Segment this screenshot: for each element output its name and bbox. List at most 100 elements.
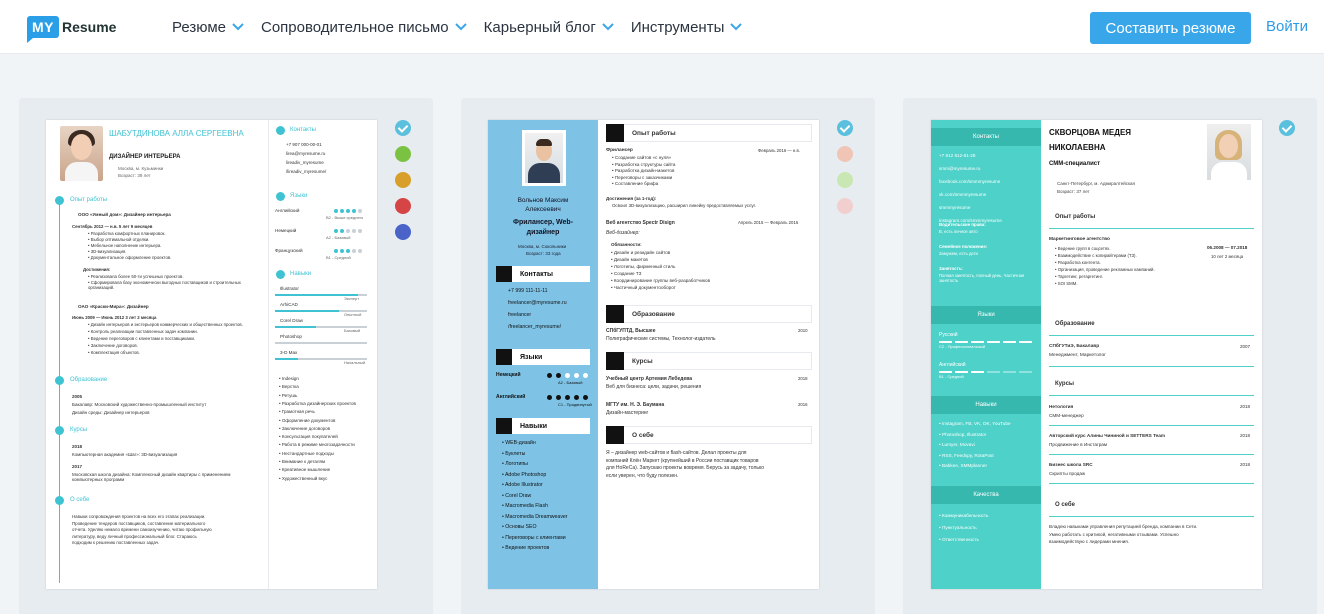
skill-name: 3-D Max — [280, 350, 298, 355]
color-swatch[interactable] — [395, 146, 411, 162]
course-name: Учебный центр Артемия Лебедева — [606, 376, 693, 382]
level-dot — [352, 209, 356, 213]
resume-city: Москва, м. Кузьминки — [118, 166, 164, 171]
tools-icon — [276, 270, 285, 279]
language-level: C1 - Продвинутый — [558, 402, 592, 407]
level-dot — [574, 373, 579, 378]
list-item: • Создание ТЗ — [611, 271, 642, 276]
section-header-experience: Опыт работы — [606, 124, 812, 142]
color-swatch[interactable] — [837, 146, 853, 162]
list-item: • Пунктуальность — [939, 525, 977, 530]
color-swatch[interactable] — [395, 120, 411, 136]
lightbulb-icon — [496, 418, 512, 434]
color-swatch[interactable] — [395, 224, 411, 240]
list-item: • Photoshop, Illustrator — [939, 431, 987, 437]
section-contacts: Контакты — [290, 127, 316, 133]
list-item: • Разработка дизайн-макетов — [612, 168, 675, 174]
info-value: B, есть личное авто — [939, 229, 978, 234]
section-header-languages: Языки — [931, 306, 1041, 324]
template-card-1[interactable]: ШАБУТДИНОВА АЛЛА СЕРГЕЕВНА ДИЗАЙНЕР ИНТЕ… — [19, 98, 433, 614]
skill-bar-fill — [275, 310, 339, 312]
nav-item-career-blog[interactable]: Карьерный блог — [484, 19, 614, 36]
nav-label: Сопроводительное письмо — [260, 18, 449, 36]
list-item: lireadiv_myresume — [286, 160, 324, 165]
list-item: • Художественный вкус — [279, 475, 328, 481]
list-item: • Разработка структуры сайта — [612, 161, 676, 167]
list-item: smmmyresume — [939, 205, 971, 210]
nav-item-cover-letter[interactable]: Сопроводительное письмо — [261, 19, 467, 36]
color-swatch[interactable] — [837, 198, 853, 214]
skill-bar-track — [275, 342, 367, 344]
level-dot — [574, 395, 579, 400]
header-label: О себе — [632, 431, 654, 439]
resume-preview-2[interactable]: Вольнов Максим Алексеевич Фрилансер, Web… — [488, 120, 819, 589]
edu-line: Бакалавр: Московский художественно-промы… — [72, 402, 207, 407]
nav-label: Инструменты — [630, 18, 725, 36]
course-year: 2018 — [1240, 433, 1251, 438]
course-underline — [1049, 454, 1254, 455]
course-year: 2018 — [798, 376, 808, 381]
course-name: Нетология — [1049, 404, 1074, 409]
skill-level: Эксперт — [344, 296, 360, 301]
site-logo[interactable]: MY Resume — [27, 14, 116, 43]
color-swatch[interactable] — [837, 172, 853, 188]
nav-item-tools[interactable]: Инструменты — [631, 19, 743, 36]
list-item: • Документальное оформление проектов. — [88, 255, 172, 260]
resume-age: Возраст: 39 лет — [118, 173, 151, 178]
language-level: A2 - Базовый — [326, 235, 351, 240]
color-swatch[interactable] — [395, 198, 411, 214]
top-header: MY Resume Резюме Сопроводительное письмо… — [0, 0, 1324, 54]
skill-name: Illustrator — [280, 286, 299, 291]
level-dot — [346, 209, 350, 213]
level-dot — [547, 373, 552, 378]
color-swatch[interactable] — [395, 172, 411, 188]
section-header-skills: Навыки — [496, 418, 590, 434]
color-swatches — [837, 120, 853, 224]
level-dot — [340, 209, 344, 213]
job-achievement: Освоил 3D-визуализацию, расширил линейку… — [612, 203, 756, 208]
language-level: B1 - Средний — [939, 374, 964, 379]
language-name: Русский — [939, 332, 958, 338]
list-item: • Грамотная речь — [279, 409, 315, 415]
level-dot — [340, 229, 344, 233]
list-item: facebook.com/smmmyresume — [939, 179, 1001, 184]
skill-name: ArhiCAD — [280, 302, 298, 307]
resume-preview-3[interactable]: Контакты +7 812 812-81-28 smm@myresume.ru… — [931, 120, 1262, 589]
list-item: если уверен, что буду полезен. — [606, 472, 679, 479]
create-resume-button[interactable]: Составить резюме — [1090, 12, 1251, 44]
language-name: Немецкий — [496, 372, 521, 378]
resume-preview-1[interactable]: ШАБУТДИНОВА АЛЛА СЕРГЕЕВНА ДИЗАЙНЕР ИНТЕ… — [46, 120, 377, 589]
resume-name: ШАБУТДИНОВА АЛЛА СЕРГЕЕВНА — [109, 129, 244, 138]
level-dot — [556, 395, 561, 400]
course-text: Веб для бизнеса: цели, задачи, решения — [606, 384, 702, 390]
job-period: Сентябрь 2012 — н.в. 5 лет 9 месяцев — [72, 224, 153, 229]
edu-text: Менеджмент, Маркетолог — [1049, 353, 1106, 358]
language-name: Английский — [496, 394, 526, 400]
section-header-courses: Курсы — [606, 352, 812, 370]
login-link[interactable]: Войти — [1266, 18, 1308, 35]
list-item: • Создание сайтов «с нуля» — [612, 155, 672, 160]
info-label: Семейное положение: — [939, 244, 988, 249]
list-item: /lireadiv_myresume/ — [286, 169, 327, 174]
section-header-skills: Навыки — [931, 396, 1041, 414]
list-item: • Взаимодействие с копирайтерами (ТЗ). — [1055, 253, 1137, 258]
section-about: О себе — [70, 497, 90, 503]
template-card-3[interactable]: Контакты +7 812 812-81-28 smm@myresume.ru… — [903, 98, 1317, 614]
graduation-cap-icon — [606, 305, 624, 323]
section-experience: Опыт работы — [1055, 214, 1096, 220]
level-segment — [939, 341, 952, 343]
list-item: • Lumyer, Movavi — [939, 442, 975, 447]
list-item: • Ведение групп в соцсетях. — [1055, 246, 1111, 251]
template-card-2[interactable]: Вольнов Максим Алексеевич Фрилансер, Web… — [461, 98, 875, 614]
nav-item-resume[interactable]: Резюме — [172, 19, 244, 36]
color-swatch[interactable] — [1279, 120, 1295, 136]
color-swatch[interactable] — [837, 120, 853, 136]
list-item: /freelancer_myresume/ — [508, 324, 562, 330]
header-label: Качества — [973, 492, 999, 498]
list-item: Я – дизайнер web-сайтов и flash-сайтов. … — [606, 450, 747, 456]
skill-level: Начальный — [344, 360, 366, 365]
section-education: Образование — [70, 377, 108, 383]
level-dot — [556, 373, 561, 378]
level-dot — [583, 373, 588, 378]
list-item: • Macromedia Dreamweaver — [502, 513, 568, 520]
